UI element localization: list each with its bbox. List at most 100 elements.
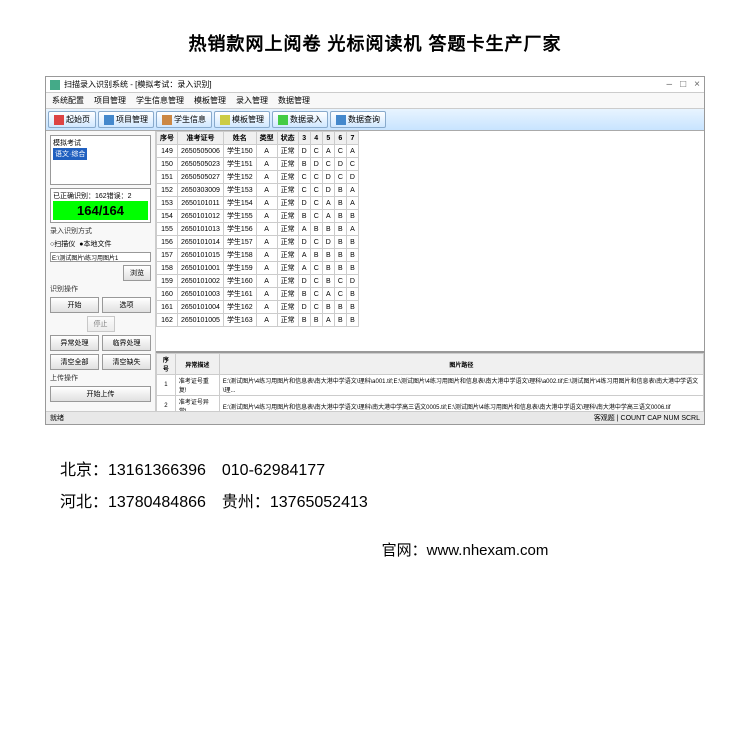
cell: 156: [157, 236, 178, 249]
cell: 学生151: [223, 158, 256, 171]
cell: D: [322, 236, 334, 249]
close-button[interactable]: ×: [694, 79, 700, 90]
cell: 正常: [277, 288, 298, 301]
clear-all-button[interactable]: 清空全部: [50, 354, 99, 370]
cell: D: [298, 236, 310, 249]
err-col-header[interactable]: 图片路径: [219, 354, 703, 375]
col-header[interactable]: 7: [346, 132, 358, 145]
menu-input[interactable]: 录入管理: [236, 95, 268, 106]
maximize-button[interactable]: □: [680, 79, 686, 90]
table-row[interactable]: 1602650101003学生161A正常BCACB: [157, 288, 359, 301]
error-row[interactable]: 1准考证号重复!E:\测试图片\4练习用图片和信息表\南大港中学语文\理科\a0…: [157, 375, 704, 396]
path-input[interactable]: [50, 252, 151, 262]
cell: 154: [157, 210, 178, 223]
clear-missing-button[interactable]: 清空缺失: [102, 354, 151, 370]
col-header[interactable]: 类型: [256, 132, 277, 145]
error-row[interactable]: 2准考证号异常!E:\测试图片\4练习用图片和信息表\南大港中学语文\理科\南大…: [157, 396, 704, 412]
exam-tree[interactable]: 模拟考试 语文·综合: [50, 135, 151, 185]
cell: 正常: [277, 158, 298, 171]
stop-button[interactable]: 停止: [87, 316, 115, 332]
table-row[interactable]: 1612650101004学生162A正常DCBBB: [157, 301, 359, 314]
menu-student[interactable]: 学生信息管理: [136, 95, 184, 106]
table-row[interactable]: 1502650505023学生151A正常BDCDC: [157, 158, 359, 171]
col-header[interactable]: 4: [310, 132, 322, 145]
tool-0[interactable]: 起始页: [48, 111, 96, 128]
cell: 正常: [277, 262, 298, 275]
cell: A: [256, 288, 277, 301]
err-cell: 2: [157, 396, 176, 412]
table-row[interactable]: 1512650505027学生152A正常CCDCD: [157, 171, 359, 184]
error-area[interactable]: 序号异常描述图片路径1准考证号重复!E:\测试图片\4练习用图片和信息表\南大港…: [156, 351, 704, 411]
data-table-scroll[interactable]: 序号准考证号姓名类型状态345671492650505006学生150A正常DC…: [156, 131, 704, 351]
browse-button[interactable]: 浏览: [123, 265, 151, 281]
cell: B: [346, 236, 358, 249]
col-header[interactable]: 姓名: [223, 132, 256, 145]
menu-data[interactable]: 数据管理: [278, 95, 310, 106]
cell: C: [322, 158, 334, 171]
menu-project[interactable]: 项目管理: [94, 95, 126, 106]
table-row[interactable]: 1522650303009学生153A正常CCDBA: [157, 184, 359, 197]
table-row[interactable]: 1552650101013学生156A正常ABBBA: [157, 223, 359, 236]
cell: B: [334, 249, 346, 262]
cell: B: [322, 223, 334, 236]
tool-icon: [278, 115, 288, 125]
err-col-header[interactable]: 序号: [157, 354, 176, 375]
cell: B: [334, 223, 346, 236]
menu-template[interactable]: 模板管理: [194, 95, 226, 106]
cell: 正常: [277, 275, 298, 288]
table-row[interactable]: 1582650101001学生159A正常ACBBB: [157, 262, 359, 275]
cell: 157: [157, 249, 178, 262]
menu-system[interactable]: 系统配置: [52, 95, 84, 106]
cell: 正常: [277, 210, 298, 223]
tool-5[interactable]: 数据查询: [330, 111, 386, 128]
tree-root[interactable]: 模拟考试: [53, 138, 148, 148]
cell: 2650101013: [178, 223, 224, 236]
table-row[interactable]: 1542650101012学生155A正常BCABB: [157, 210, 359, 223]
col-header[interactable]: 3: [298, 132, 310, 145]
cell: 2650505027: [178, 171, 224, 184]
err-col-header[interactable]: 异常描述: [175, 354, 219, 375]
radio-scanner[interactable]: ○扫描仪: [50, 239, 75, 249]
tool-3[interactable]: 模板管理: [214, 111, 270, 128]
options-button[interactable]: 选项: [102, 297, 151, 313]
cell: D: [334, 158, 346, 171]
start-upload-button[interactable]: 开始上传: [50, 386, 151, 402]
cell: B: [334, 236, 346, 249]
col-header[interactable]: 准考证号: [178, 132, 224, 145]
edge-handle-button[interactable]: 临界处理: [102, 335, 151, 351]
table-row[interactable]: 1572650101015学生158A正常ABBBB: [157, 249, 359, 262]
table-row[interactable]: 1622650101005学生163A正常BBABB: [157, 314, 359, 327]
cell: 2650101014: [178, 236, 224, 249]
cell: A: [256, 145, 277, 158]
table-row[interactable]: 1562650101014学生157A正常DCDBB: [157, 236, 359, 249]
menubar: 系统配置 项目管理 学生信息管理 模板管理 录入管理 数据管理: [46, 93, 704, 109]
cell: 2650303009: [178, 184, 224, 197]
table-row[interactable]: 1592650101002学生160A正常DCBCD: [157, 275, 359, 288]
start-button[interactable]: 开始: [50, 297, 99, 313]
cell: 正常: [277, 301, 298, 314]
col-header[interactable]: 6: [334, 132, 346, 145]
tool-4[interactable]: 数据录入: [272, 111, 328, 128]
tool-2[interactable]: 学生信息: [156, 111, 212, 128]
tree-selected[interactable]: 语文·综合: [53, 148, 87, 160]
cell: 学生155: [223, 210, 256, 223]
statusbar: 就绪 客观题 | COUNT CAP NUM SCRL: [46, 411, 704, 424]
table-row[interactable]: 1532650101011学生154A正常DCABA: [157, 197, 359, 210]
cell: C: [334, 275, 346, 288]
tool-1[interactable]: 项目管理: [98, 111, 154, 128]
col-header[interactable]: 状态: [277, 132, 298, 145]
table-row[interactable]: 1492650505006学生150A正常DCACA: [157, 145, 359, 158]
col-header[interactable]: 序号: [157, 132, 178, 145]
radio-local[interactable]: ●本地文件: [79, 239, 111, 249]
cell: 2650101015: [178, 249, 224, 262]
col-header[interactable]: 5: [322, 132, 334, 145]
error-handle-button[interactable]: 异常处理: [50, 335, 99, 351]
cell: A: [322, 288, 334, 301]
cell: C: [346, 158, 358, 171]
cell: D: [298, 275, 310, 288]
cell: A: [322, 210, 334, 223]
cell: D: [346, 171, 358, 184]
minimize-button[interactable]: –: [667, 79, 673, 90]
cell: B: [310, 223, 322, 236]
cell: 正常: [277, 197, 298, 210]
